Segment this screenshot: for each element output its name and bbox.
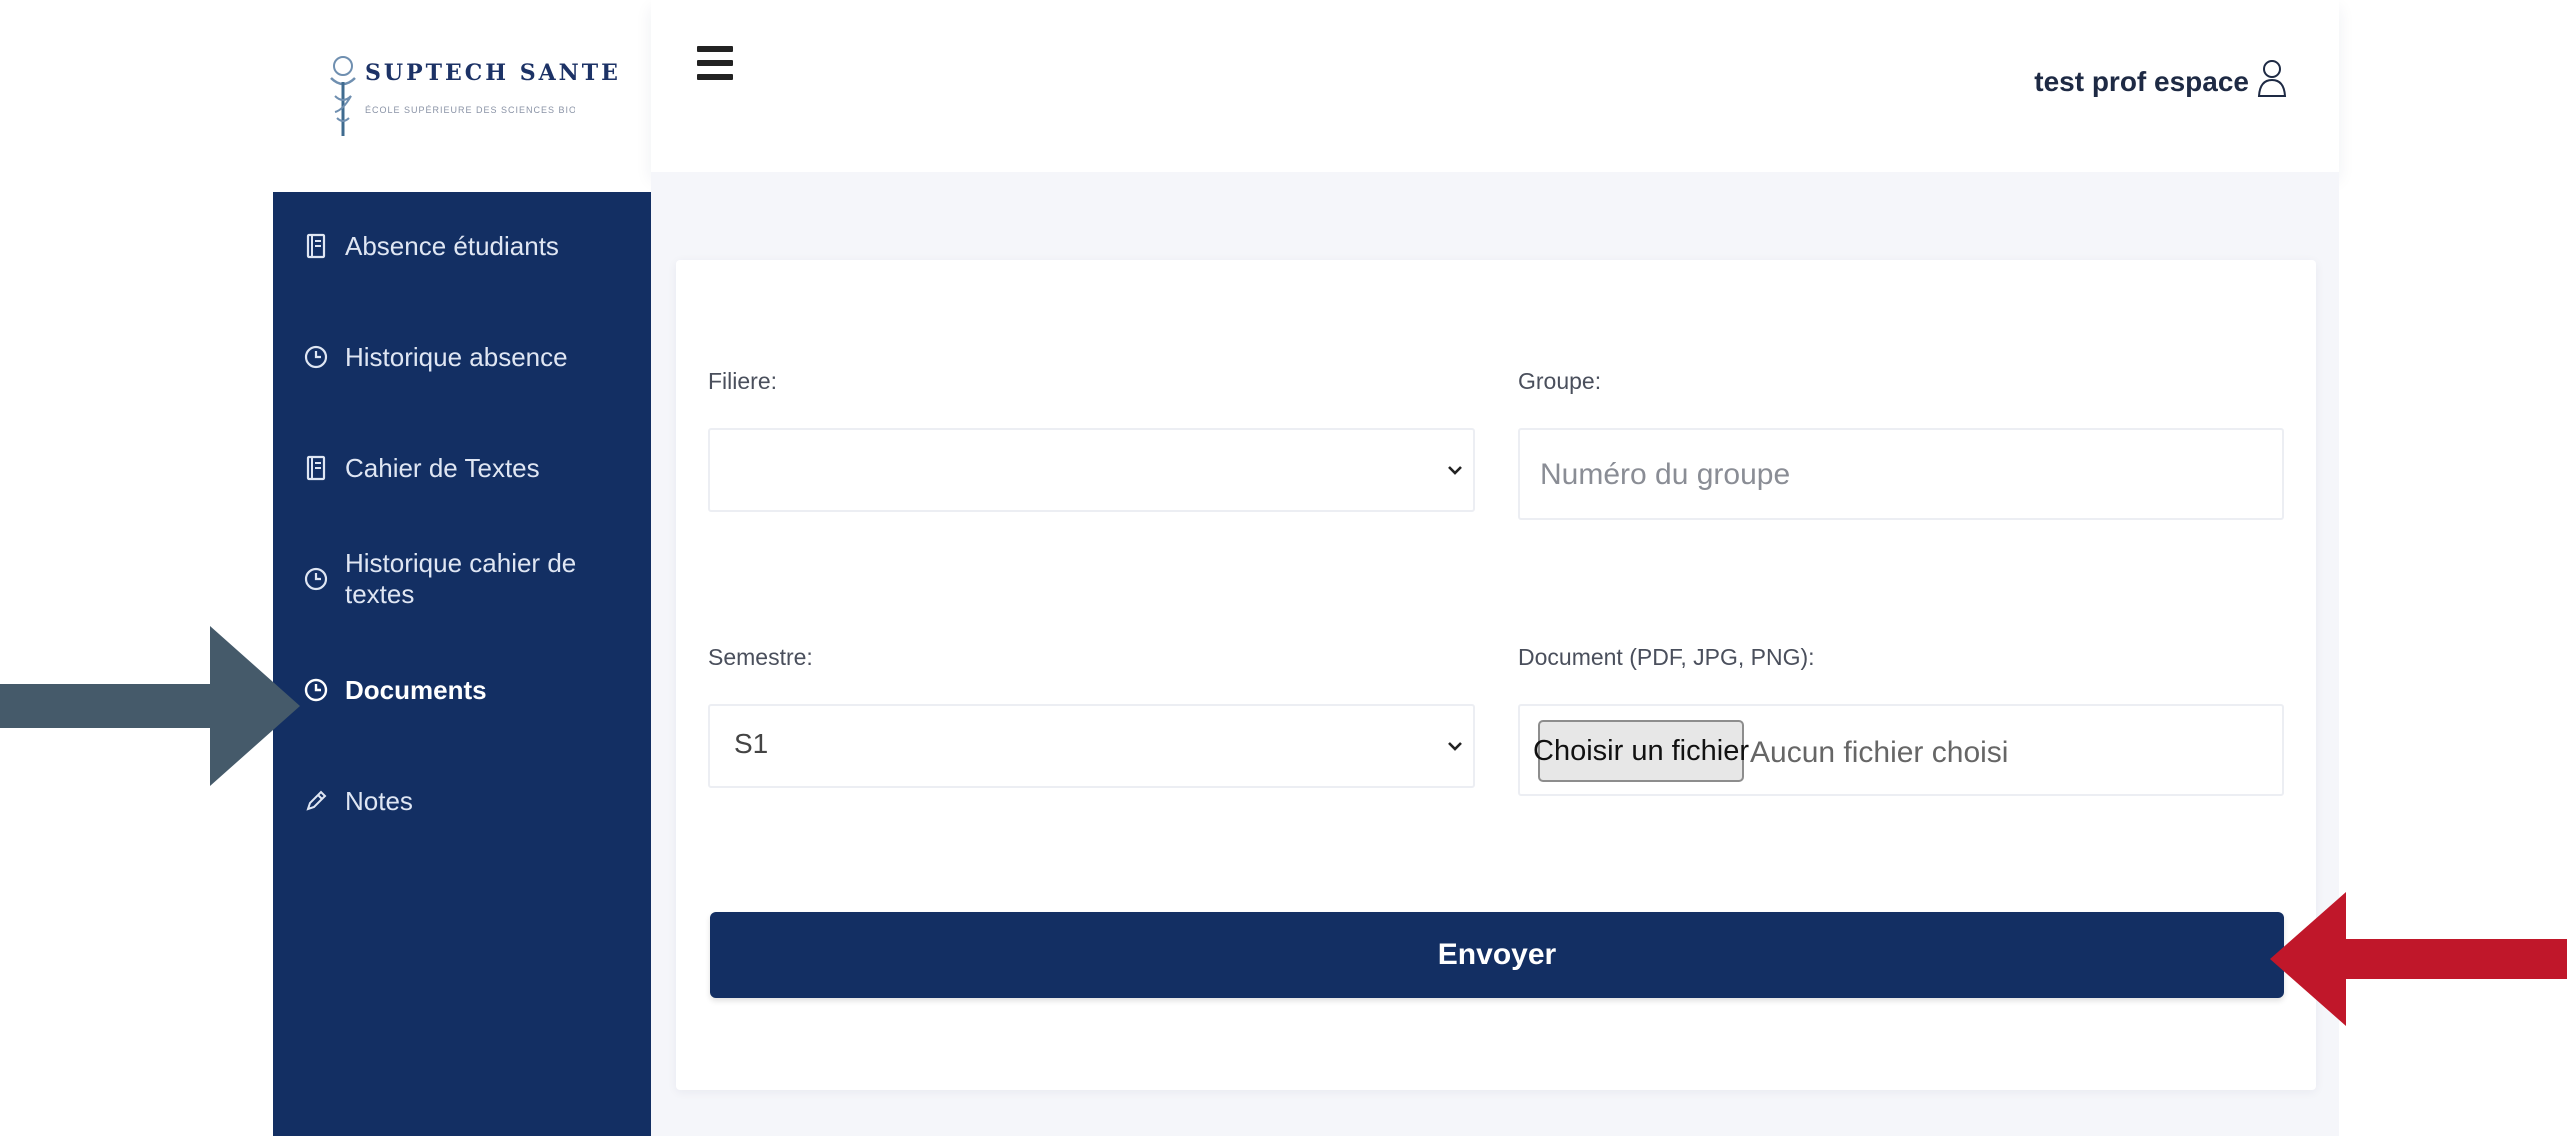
document-file-input: Choisir un fichier Aucun fichier choisi [1518, 704, 2284, 796]
semestre-label: Semestre: [708, 644, 813, 670]
user-icon[interactable] [2257, 58, 2287, 98]
logo[interactable]: SUPTECH SANTE École Supérieure des Scien… [273, 0, 651, 192]
semestre-select[interactable]: S1 [708, 704, 1475, 788]
sidebar-item-documents[interactable]: Documents [303, 662, 633, 718]
sidebar-item-label: Historique cahier de textes [345, 548, 577, 609]
sidebar-item-absence-etudiants[interactable]: Absence étudiants [303, 218, 633, 274]
document-label: Document (PDF, JPG, PNG): [1518, 644, 1815, 670]
chevron-down-icon [1448, 466, 1462, 475]
clock-icon [304, 678, 328, 702]
hamburger-icon[interactable] [697, 44, 733, 82]
top-bar: test prof espace [651, 0, 2339, 172]
sidebar-item-label: Documents [345, 674, 487, 705]
user-name[interactable]: test prof espace [2034, 66, 2249, 98]
brand-subtitle: École Supérieure des Sciences Biomédical… [365, 105, 575, 115]
page: SUPTECH SANTE École Supérieure des Scien… [0, 0, 2567, 1136]
clock-icon [304, 567, 328, 591]
submit-button[interactable]: Envoyer [710, 912, 2284, 998]
filiere-label: Filiere: [708, 368, 778, 394]
semestre-value: S1 [734, 728, 769, 759]
sidebar: SUPTECH SANTE École Supérieure des Scien… [273, 0, 651, 1136]
sidebar-item-notes[interactable]: Notes [303, 773, 633, 829]
sidebar-item-label: Absence étudiants [345, 230, 559, 261]
sidebar-item-label: Historique absence [345, 341, 568, 372]
groupe-input[interactable]: Numéro du groupe [1518, 428, 2284, 520]
groupe-label: Groupe: [1518, 368, 1602, 394]
sidebar-item-label: Notes [345, 785, 413, 816]
book-icon [306, 455, 326, 481]
file-status: Aucun fichier choisi [1750, 736, 2009, 769]
clock-icon [304, 345, 328, 369]
sidebar-item-historique-absence[interactable]: Historique absence [303, 329, 633, 385]
filiere-select[interactable] [708, 428, 1475, 512]
callout-arrow-icon [2270, 892, 2567, 1026]
book-icon [306, 233, 326, 259]
sidebar-item-historique-cahier-de-textes[interactable]: Historique cahier de textes [303, 548, 633, 609]
sidebar-item-label: Cahier de Textes [345, 452, 540, 483]
logo-emblem-icon [330, 56, 356, 136]
groupe-placeholder: Numéro du groupe [1540, 458, 1791, 491]
choose-file-button[interactable]: Choisir un fichier [1533, 720, 1749, 782]
chevron-down-icon [1448, 742, 1462, 751]
sidebar-item-cahier-de-textes[interactable]: Cahier de Textes [303, 440, 633, 496]
callout-arrow-icon [0, 626, 300, 786]
pencil-icon [306, 790, 327, 811]
brand-title: SUPTECH SANTE [365, 60, 621, 86]
